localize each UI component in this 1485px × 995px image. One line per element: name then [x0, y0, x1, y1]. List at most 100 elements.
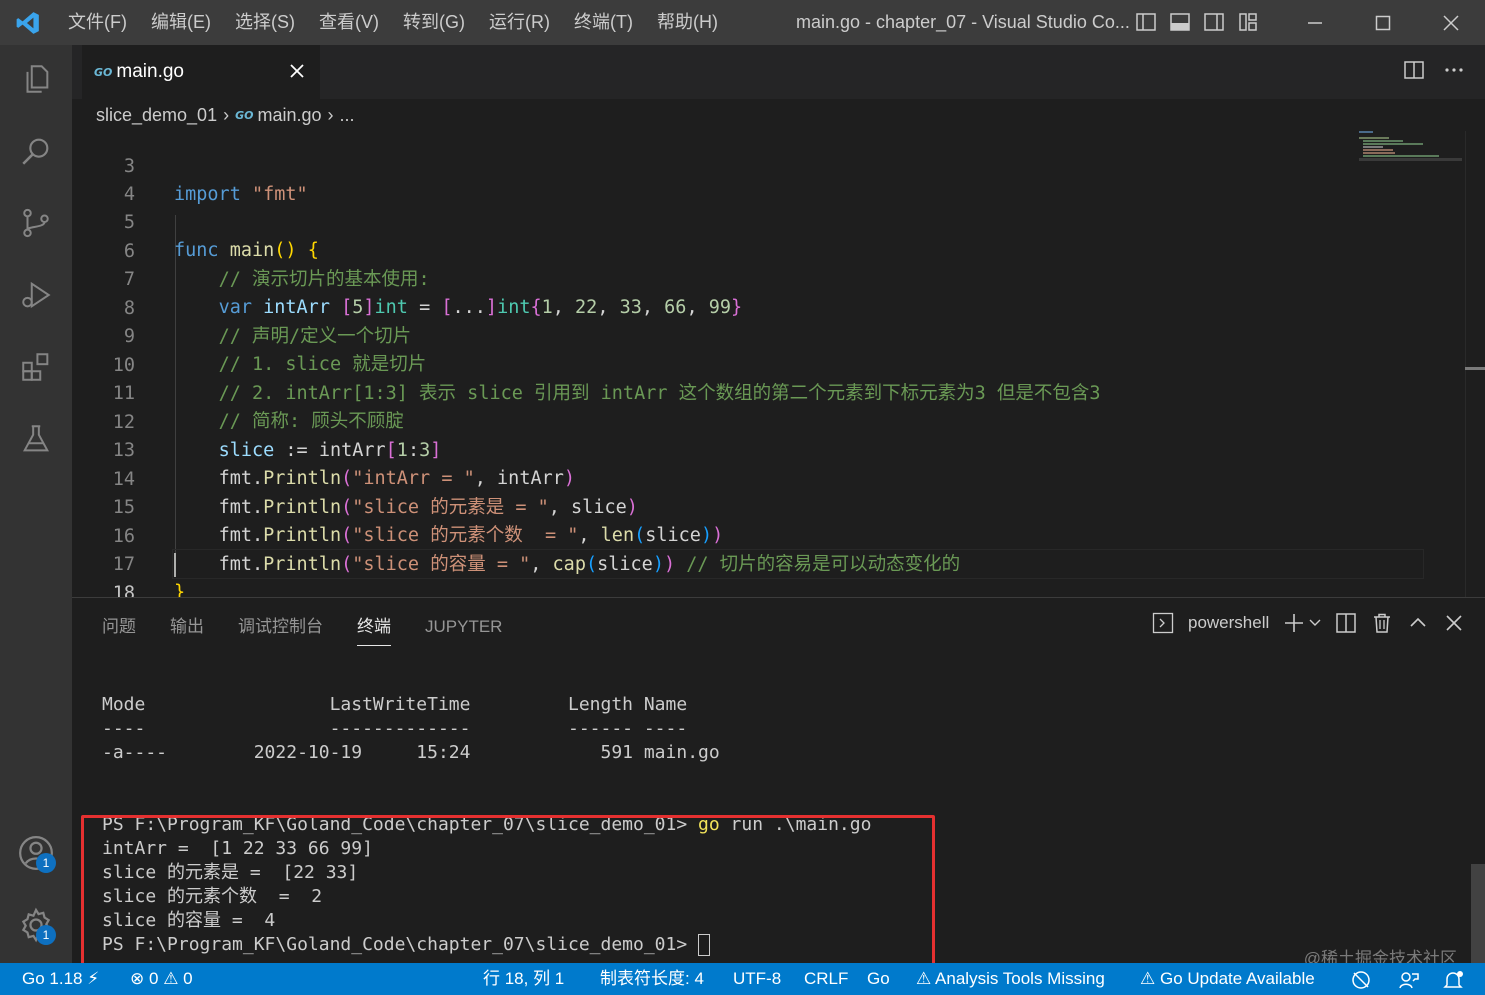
language-mode-status[interactable]: Go: [867, 963, 890, 995]
tab-debug-console[interactable]: 调试控制台: [238, 614, 323, 646]
cursor-position-status[interactable]: 行 18, 列 1: [483, 963, 564, 995]
manage-gear-icon[interactable]: 1: [14, 903, 58, 947]
terminal-scrollbar[interactable]: [1471, 864, 1485, 964]
code-editor[interactable]: 3 import "fmt" 4 5 func main() { 6 // 演示…: [72, 131, 1485, 597]
testing-flask-icon[interactable]: [14, 417, 58, 461]
close-window-icon[interactable]: [1417, 0, 1485, 45]
tab-output[interactable]: 输出: [170, 614, 204, 646]
go-flash-icon: ⚡: [87, 969, 100, 988]
vscode-logo-icon: [0, 0, 56, 45]
no-broadcast-icon[interactable]: [1350, 969, 1372, 989]
code-line: 17 }: [72, 523, 1422, 597]
chevron-right-icon: ›: [327, 104, 334, 125]
encoding-status[interactable]: UTF-8: [733, 963, 781, 995]
warning-icon: ⚠: [1140, 969, 1156, 988]
indentation-status[interactable]: 制表符长度: 4: [600, 963, 704, 995]
breadcrumb-file[interactable]: main.go: [257, 105, 321, 126]
accounts-badge: 1: [36, 853, 56, 873]
bottom-panel: 问题 输出 调试控制台 终端 JUPYTER powershell Mode L…: [72, 597, 1485, 970]
toggle-secondary-sidebar-icon[interactable]: [1202, 10, 1226, 34]
code-line: 18: [72, 552, 1422, 597]
split-editor-icon[interactable]: [1403, 59, 1425, 86]
go-file-icon: GO: [235, 108, 254, 122]
extensions-icon[interactable]: [14, 345, 58, 389]
new-terminal-plus-icon[interactable]: [1283, 612, 1305, 634]
split-terminal-icon[interactable]: [1335, 612, 1357, 634]
menu-run[interactable]: 运行(R): [477, 0, 562, 45]
trash-icon[interactable]: [1371, 612, 1393, 634]
tab-label: main.go: [116, 61, 184, 82]
go-file-icon: GO: [94, 65, 113, 79]
analysis-tools-status[interactable]: ⚠ Analysis Tools Missing: [916, 963, 1105, 995]
run-debug-icon[interactable]: [14, 273, 58, 317]
terminal-icon: [1152, 612, 1174, 634]
toggle-primary-sidebar-icon[interactable]: [1134, 10, 1158, 34]
code-line: 5 func main() {: [72, 181, 1422, 261]
feedback-icon[interactable]: [1398, 969, 1420, 989]
code-line: 16 fmt.Println("slice 的容量 = ", cap(slice…: [72, 495, 1422, 575]
problems-status[interactable]: ⊗ 0 ⚠ 0: [130, 963, 193, 995]
close-panel-icon[interactable]: [1443, 612, 1465, 634]
menu-bar: 文件(F) 编辑(E) 选择(S) 查看(V) 转到(G) 运行(R) 终端(T…: [56, 0, 730, 45]
code-line: 9 // 1. slice 就是切片: [72, 295, 1422, 375]
menu-selection[interactable]: 选择(S): [223, 0, 307, 45]
code-line: 7 var intArr [5]int = [...]int{1, 22, 33…: [72, 238, 1422, 318]
code-line: 6 // 演示切片的基本使用:: [72, 210, 1422, 290]
eol-status[interactable]: CRLF: [804, 963, 848, 995]
menu-view[interactable]: 查看(V): [307, 0, 391, 45]
activity-bar: 1 1: [0, 45, 72, 963]
chevron-right-icon: ›: [223, 104, 230, 125]
terminal-line: Mode LastWriteTime Length Name: [102, 694, 688, 715]
minimize-icon[interactable]: [1281, 0, 1349, 45]
title-bar: 文件(F) 编辑(E) 选择(S) 查看(V) 转到(G) 运行(R) 终端(T…: [0, 0, 1485, 45]
settings-badge: 1: [36, 925, 56, 945]
menu-help[interactable]: 帮助(H): [645, 0, 730, 45]
code-line: 8 // 声明/定义一个切片: [72, 267, 1422, 347]
more-actions-icon[interactable]: [1443, 59, 1465, 86]
error-icon: ⊗: [130, 969, 145, 988]
close-tab-icon[interactable]: [286, 60, 308, 82]
breadcrumb-folder[interactable]: slice_demo_01: [96, 105, 217, 126]
toggle-panel-icon[interactable]: [1168, 10, 1192, 34]
go-update-status[interactable]: ⚠ Go Update Available: [1140, 963, 1315, 995]
code-line: 10 // 2. intArr[1:3] 表示 slice 引用到 intArr…: [72, 324, 1422, 404]
terminal-line: -a---- 2022-10-19 15:24 591 main.go: [102, 742, 720, 763]
maximize-panel-chevron-up-icon[interactable]: [1407, 612, 1429, 634]
source-control-icon[interactable]: [14, 201, 58, 245]
menu-go[interactable]: 转到(G): [391, 0, 477, 45]
editor-scrollbar[interactable]: [1465, 131, 1485, 597]
go-version-status[interactable]: Go 1.18 ⚡: [22, 963, 99, 995]
code-line: 12 slice := intArr[1:3]: [72, 381, 1422, 461]
minimap[interactable]: [1359, 131, 1464, 171]
tab-terminal[interactable]: 终端: [357, 614, 391, 646]
text-cursor: [174, 553, 176, 577]
notifications-bell-icon[interactable]: [1442, 969, 1464, 989]
tab-problems[interactable]: 问题: [102, 614, 136, 646]
menu-file[interactable]: 文件(F): [56, 0, 139, 45]
terminal-shell-name[interactable]: powershell: [1188, 613, 1269, 633]
breadcrumb-symbol[interactable]: ...: [340, 105, 355, 126]
line-number-active: 18: [112, 583, 135, 597]
maximize-icon[interactable]: [1349, 0, 1417, 45]
warning-icon: ⚠: [163, 969, 179, 988]
chevron-down-icon[interactable]: [1309, 612, 1321, 634]
search-icon[interactable]: [14, 129, 58, 173]
accounts-icon[interactable]: 1: [14, 831, 58, 875]
tab-main-go[interactable]: GO main.go: [82, 45, 320, 99]
tab-jupyter[interactable]: JUPYTER: [425, 614, 502, 646]
editor-tab-strip: GO main.go: [72, 45, 1485, 99]
code-line: 15 fmt.Println("slice 的元素个数 = ", len(sli…: [72, 466, 1422, 546]
status-bar: Go 1.18 ⚡ ⊗ 0 ⚠ 0 行 18, 列 1 制表符长度: 4 UTF…: [0, 963, 1485, 995]
menu-edit[interactable]: 编辑(E): [139, 0, 223, 45]
warning-icon: ⚠: [916, 969, 932, 988]
window-title: main.go - chapter_07 - Visual Studio Co.…: [796, 12, 1130, 32]
menu-terminal[interactable]: 终端(T): [562, 0, 645, 45]
red-highlight-box: [81, 815, 935, 970]
code-line: 3 import "fmt": [72, 131, 1422, 205]
code-line: 4: [72, 153, 1422, 205]
breadcrumb: slice_demo_01 › GO main.go › ...: [72, 99, 1485, 131]
terminal-line: ---- ------------- ------ ----: [102, 718, 688, 739]
customize-layout-icon[interactable]: [1236, 10, 1260, 34]
code-line: 13 fmt.Println("intArr = ", intArr): [72, 409, 1422, 489]
explorer-icon[interactable]: [14, 57, 58, 101]
